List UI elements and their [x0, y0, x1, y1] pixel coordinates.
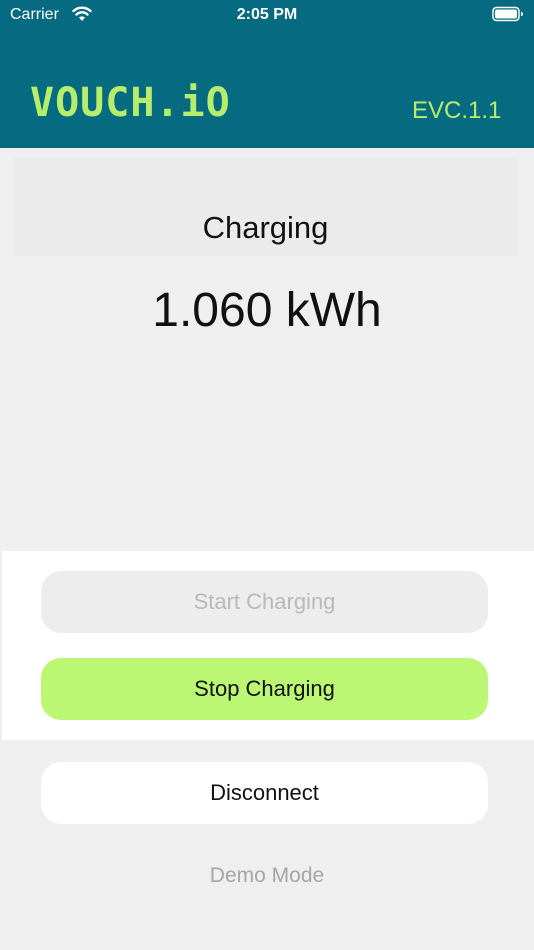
- status-time: 2:05 PM: [236, 6, 298, 23]
- ev-charger-screen: Carrier 2:05 PM VOUCH.iO EVC.1.1 Chargin…: [0, 0, 534, 950]
- battery-icon: [492, 6, 523, 22]
- start-charging-button[interactable]: Start Charging: [41, 571, 488, 633]
- energy-reading: 1.060 kWh: [152, 284, 382, 337]
- disconnect-button[interactable]: Disconnect: [41, 762, 488, 824]
- stop-charging-button[interactable]: Stop Charging: [41, 658, 488, 720]
- charging-status: Charging: [202, 210, 329, 245]
- app-header: Carrier 2:05 PM VOUCH.iO EVC.1.1: [0, 0, 534, 148]
- status-panel: Charging: [14, 158, 517, 256]
- demo-mode-link[interactable]: Demo Mode: [0, 864, 534, 888]
- version-label: EVC.1.1: [412, 97, 502, 124]
- controls-card: Start Charging Stop Charging: [2, 551, 534, 740]
- vouch-logo: VOUCH.iO: [30, 80, 231, 126]
- status-bar: Carrier 2:05 PM: [0, 0, 534, 30]
